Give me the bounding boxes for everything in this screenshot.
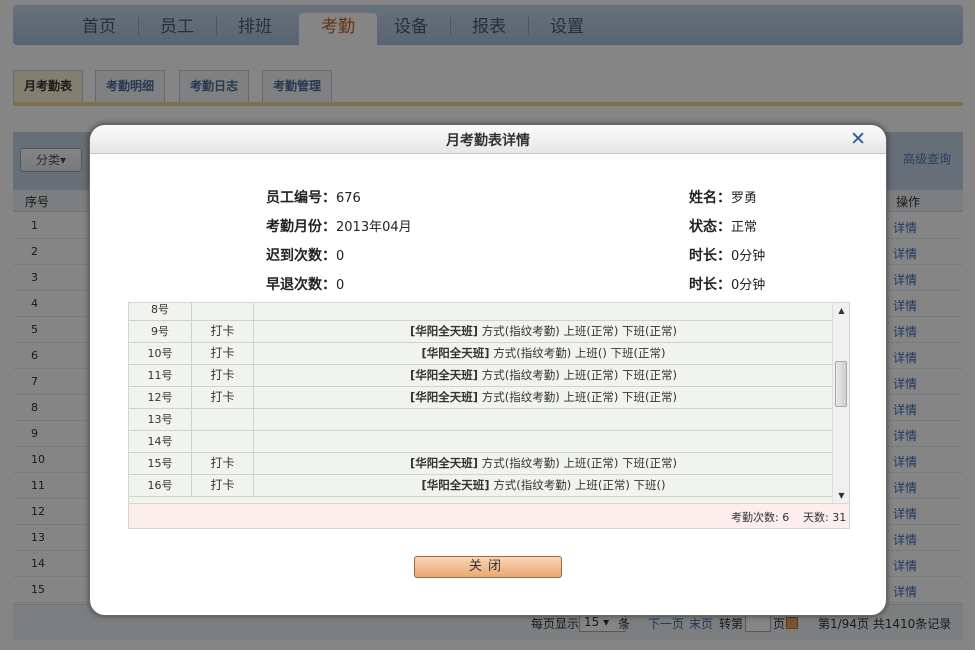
detail-cell (254, 431, 833, 453)
detail-cell: [华阳全天班] 方式(指纹考勤) 上班(正常) 下班(正常) (254, 387, 833, 409)
daily-attendance-table: 8号 9号 打卡 [华阳全天班] 方式(指纹考勤) 上班(正常) 下班(正常) 10号打… (128, 302, 850, 529)
punch-detail: 方式(指纹考勤) 上班(正常) 下班(正常) (478, 390, 677, 404)
detail-cell: [华阳全天班] 方式(指纹考勤) 上班() 下班(正常) (254, 343, 833, 365)
day-cell: 9号 (129, 321, 192, 343)
duration-late: 时长：0分钟 (689, 245, 765, 265)
type-cell: 打卡 (192, 475, 254, 497)
duration-early: 时长：0分钟 (689, 274, 765, 294)
employee-no: 员工编号：676 (266, 187, 361, 207)
shift-name: [华阳全天班] (410, 324, 479, 338)
month-label: 考勤月份： (266, 219, 336, 235)
detail-cell: [华阳全天班] 方式(指纹考勤) 上班(正常) 下班(正常) (254, 365, 833, 387)
name-label: 姓名： (689, 190, 731, 206)
shift-name: [华阳全天班] (421, 346, 490, 360)
employee-name: 姓名：罗勇 (689, 187, 757, 207)
punch-detail: 方式(指纹考勤) 上班(正常) 下班(正常) (478, 456, 677, 470)
daily-row: 10号 打卡 [华阳全天班] 方式(指纹考勤) 上班() 下班(正常) (129, 343, 833, 365)
daily-row: 16号 打卡 [华阳全天班] 方式(指纹考勤) 上班(正常) 下班() (129, 475, 833, 497)
duration-label: 时长： (689, 277, 731, 293)
attendance-month: 考勤月份：2013年04月 (266, 216, 412, 236)
early-leave-count: 早退次数：0 (266, 274, 344, 294)
name-value: 罗勇 (731, 191, 758, 206)
modal-title: 月考勤表详情 (446, 133, 530, 149)
shift-name: [华阳全天班] (410, 368, 479, 382)
type-cell (192, 431, 254, 453)
daily-row: 8号 (129, 303, 833, 321)
daily-row: 14号 (129, 431, 833, 453)
detail-cell: [华阳全天班] 方式(指纹考勤) 上班(正常) 下班() (254, 475, 833, 497)
employee-no-label: 员工编号： (266, 190, 336, 206)
type-cell: 打卡 (192, 453, 254, 475)
detail-cell: [华阳全天班] 方式(指纹考勤) 上班(正常) 下班(正常) (254, 321, 833, 343)
day-cell: 12号 (129, 387, 192, 409)
close-button[interactable]: 关闭 (414, 556, 562, 578)
punch-detail: 方式(指纹考勤) 上班(正常) 下班(正常) (478, 368, 677, 382)
late-count: 迟到次数：0 (266, 245, 344, 265)
late-label: 迟到次数： (266, 248, 336, 264)
day-cell: 8号 (129, 303, 192, 321)
type-cell (192, 303, 254, 321)
type-cell: 打卡 (192, 387, 254, 409)
employee-status: 状态：正常 (689, 216, 757, 236)
early-label: 早退次数： (266, 277, 336, 293)
month-value: 2013年04月 (336, 220, 412, 235)
shift-name: [华阳全天班] (421, 478, 490, 492)
status-value: 正常 (731, 220, 758, 235)
scroll-up-icon[interactable]: ▲ (833, 303, 850, 318)
daily-row: 12号 打卡 [华阳全天班] 方式(指纹考勤) 上班(正常) 下班(正常) (129, 387, 833, 409)
daily-row: 13号 (129, 409, 833, 431)
close-icon[interactable]: ✕ (850, 128, 866, 150)
scroll-down-icon[interactable]: ▼ (833, 488, 850, 503)
detail-cell (254, 409, 833, 431)
attend-count: 考勤次数: 6 (731, 511, 790, 524)
detail-cell (254, 303, 833, 321)
day-cell: 11号 (129, 365, 192, 387)
day-cell: 16号 (129, 475, 192, 497)
table-footer: 考勤次数: 6 天数: 31 (129, 503, 849, 528)
employee-no-value: 676 (336, 191, 361, 206)
daily-table-scroll[interactable]: 8号 9号 打卡 [华阳全天班] 方式(指纹考勤) 上班(正常) 下班(正常) 10号打… (129, 303, 833, 503)
type-cell (192, 409, 254, 431)
modal-header: 月考勤表详情 ✕ (90, 125, 886, 154)
duration-label: 时长： (689, 248, 731, 264)
days-count: 天数: 31 (803, 511, 847, 524)
day-cell: 10号 (129, 343, 192, 365)
shift-name: [华阳全天班] (410, 456, 479, 470)
early-value: 0 (336, 278, 345, 293)
day-cell: 13号 (129, 409, 192, 431)
punch-detail: 方式(指纹考勤) 上班(正常) 下班(正常) (478, 324, 677, 338)
detail-cell: [华阳全天班] 方式(指纹考勤) 上班(正常) 下班(正常) (254, 453, 833, 475)
type-cell: 打卡 (192, 321, 254, 343)
daily-row: 15号 打卡 [华阳全天班] 方式(指纹考勤) 上班(正常) 下班(正常) (129, 453, 833, 475)
day-cell: 14号 (129, 431, 192, 453)
shift-name: [华阳全天班] (410, 390, 479, 404)
vertical-scrollbar[interactable]: ▲ ▼ (832, 303, 849, 503)
day-cell: 15号 (129, 453, 192, 475)
punch-detail: 方式(指纹考勤) 上班(正常) 下班() (489, 478, 666, 492)
scroll-thumb[interactable] (835, 361, 847, 407)
daily-row: 9号 打卡 [华阳全天班] 方式(指纹考勤) 上班(正常) 下班(正常) (129, 321, 833, 343)
type-cell: 打卡 (192, 343, 254, 365)
type-cell: 打卡 (192, 365, 254, 387)
duration-value: 0分钟 (731, 278, 766, 293)
duration-value: 0分钟 (731, 249, 766, 264)
daily-row: 11号 打卡 [华阳全天班] 方式(指纹考勤) 上班(正常) 下班(正常) (129, 365, 833, 387)
punch-detail: 方式(指纹考勤) 上班() 下班(正常) (489, 346, 666, 360)
late-value: 0 (336, 249, 345, 264)
attendance-detail-modal: 月考勤表详情 ✕ 员工编号：676 考勤月份：2013年04月 迟到次数：0 早… (89, 124, 887, 616)
status-label: 状态： (689, 219, 731, 235)
